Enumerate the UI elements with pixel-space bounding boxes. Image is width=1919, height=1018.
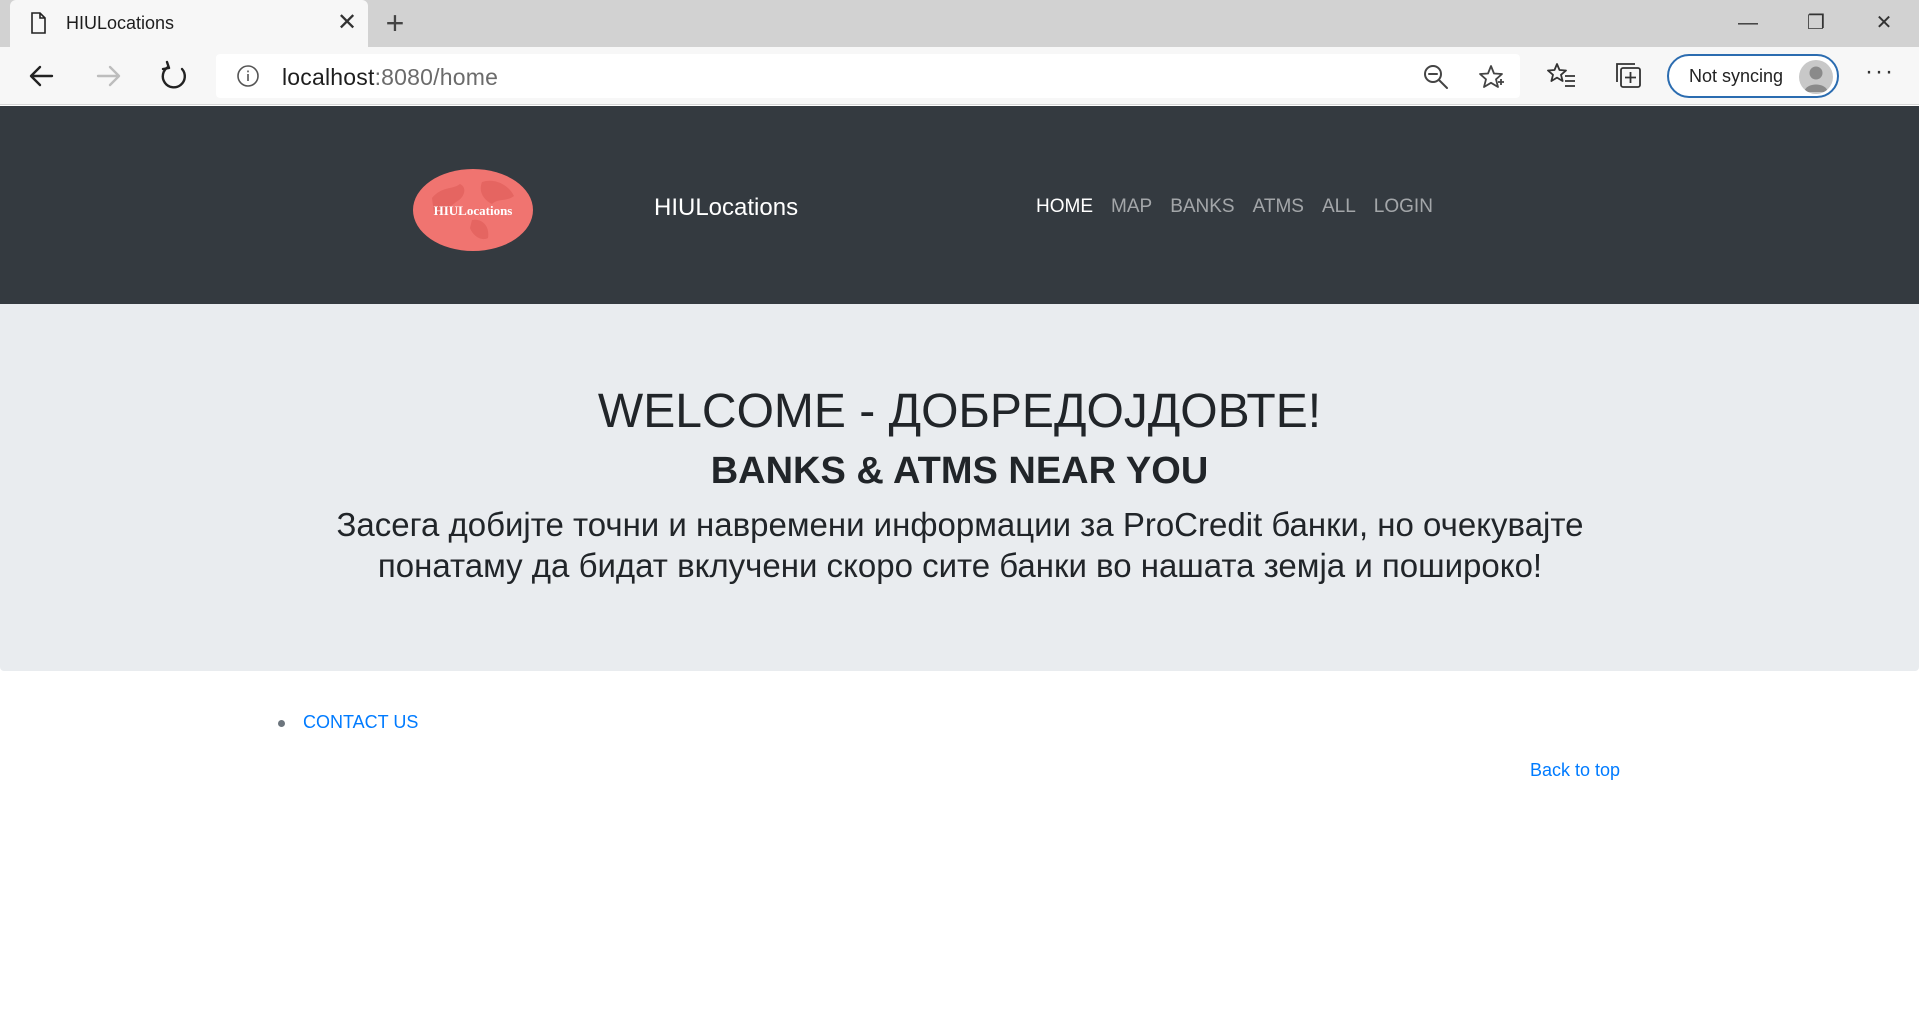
info-icon[interactable] — [236, 64, 260, 88]
nav-link-home[interactable]: HOME — [1027, 196, 1102, 218]
back-to-top-link[interactable]: Back to top — [1530, 760, 1620, 781]
welcome-subtitle: BANKS & ATMS NEAR YOU — [710, 450, 1209, 492]
address-bar[interactable]: localhost:8080/home — [216, 54, 1520, 98]
browser-toolbar: localhost:8080/home Not syncing ··· — [0, 47, 1919, 105]
list-item: CONTACT US — [270, 712, 418, 733]
profile-button[interactable]: Not syncing — [1667, 54, 1839, 98]
restore-button[interactable]: ❐ — [1786, 6, 1846, 40]
page-icon — [31, 12, 46, 34]
profile-label: Not syncing — [1689, 66, 1784, 86]
contact-us-link[interactable]: CONTACT US — [303, 712, 418, 732]
bullet-icon — [278, 720, 285, 727]
minimize-button[interactable]: — — [1718, 6, 1778, 40]
welcome-jumbotron: WELCOME - ДОБРЕДОЈДОВТЕ! BANKS & ATMS NE… — [0, 304, 1919, 671]
collections-icon[interactable] — [1614, 60, 1644, 90]
avatar-icon — [1799, 60, 1833, 94]
nav-link-banks[interactable]: BANKS — [1161, 196, 1243, 218]
nav-link-atms[interactable]: ATMS — [1244, 196, 1313, 218]
site-logo[interactable]: HIULocations — [412, 168, 534, 252]
brand-name[interactable]: HIULocations — [654, 194, 798, 222]
nav-link-map[interactable]: MAP — [1102, 196, 1161, 218]
welcome-description: Засега добијте точни и навремени информа… — [336, 506, 1584, 584]
browser-tab-strip: HIULocations ✕ + — ❐ ✕ — [0, 0, 1919, 47]
url-text[interactable]: localhost:8080/home — [282, 64, 498, 91]
nav-link-login[interactable]: LOGIN — [1365, 196, 1442, 218]
svg-text:HIULocations: HIULocations — [434, 203, 513, 218]
new-tab-button[interactable]: + — [380, 7, 410, 39]
welcome-title: WELCOME - ДОБРЕДОЈДОВТЕ! — [597, 385, 1322, 438]
browser-tab[interactable]: HIULocations ✕ — [10, 0, 368, 47]
footer-links: CONTACT US — [270, 712, 418, 733]
tab-title: HIULocations — [66, 13, 175, 33]
favorites-list-icon[interactable] — [1547, 60, 1577, 90]
main-nav: HOME MAP BANKS ATMS ALL LOGIN — [1027, 196, 1442, 218]
nav-link-all[interactable]: ALL — [1313, 196, 1365, 218]
back-arrow-icon[interactable] — [22, 57, 62, 95]
site-navbar: HIULocations HIULocations HOME MAP BANKS… — [0, 106, 1919, 304]
zoom-out-icon[interactable] — [1422, 63, 1450, 91]
forward-arrow-icon[interactable] — [88, 57, 128, 95]
close-window-button[interactable]: ✕ — [1854, 6, 1914, 40]
favorite-star-icon[interactable] — [1477, 63, 1505, 91]
tab-close-icon[interactable]: ✕ — [334, 10, 360, 36]
more-menu-button[interactable]: ··· — [1862, 60, 1898, 90]
refresh-icon[interactable] — [154, 57, 194, 95]
